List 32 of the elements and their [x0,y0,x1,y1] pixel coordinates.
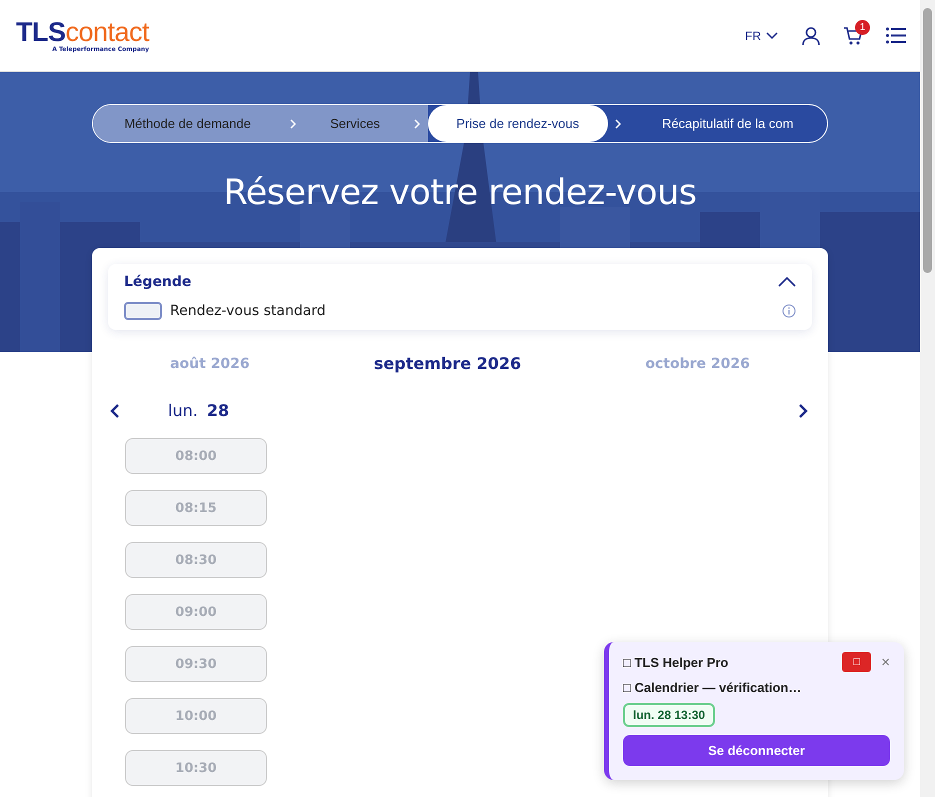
menu-icon[interactable] [886,27,906,44]
previous-icon[interactable] [110,402,120,418]
close-button[interactable]: × [881,654,890,670]
day-label: lun. 28 [168,401,230,420]
step-tab[interactable]: Méthode de demande [93,105,282,142]
language-selector[interactable]: FR [745,28,778,42]
legend-swatch [124,302,162,320]
legend-label: Rendez-vous standard [170,303,326,319]
step-tab[interactable]: Récapitulatif de la com [628,105,827,142]
helper-status: □ Calendrier — vérification… [623,680,802,695]
legend-title: Légende [124,274,192,290]
step-tab[interactable]: Prise de rendez-vous [428,105,608,142]
month-tab[interactable]: août 2026 [170,354,250,373]
info-icon[interactable] [782,304,796,318]
user-icon[interactable] [802,26,820,44]
page-title: Réservez votre rendez-vous [223,173,696,213]
chevron-icon [414,118,420,128]
step-tab[interactable]: Services [302,105,408,142]
helper-title: □ TLS Helper Pro [623,654,728,670]
collapse-icon[interactable] [778,277,796,287]
logout-button[interactable]: Se déconnecter [623,735,890,766]
next-icon[interactable] [798,402,808,418]
cart-icon[interactable] [844,26,862,44]
cart-badge: 1 [855,20,870,34]
chevron-icon [614,118,621,128]
month-tab[interactable]: septembre 2026 [374,354,522,373]
caret-icon [766,32,778,40]
found-slot-tag: lun. 28 13:30 [623,703,716,727]
chevron-icon [290,118,296,128]
scrollbar[interactable] [920,0,935,797]
stop-button[interactable]: □ [842,652,872,672]
month-tab[interactable]: octobre 2026 [645,354,750,373]
